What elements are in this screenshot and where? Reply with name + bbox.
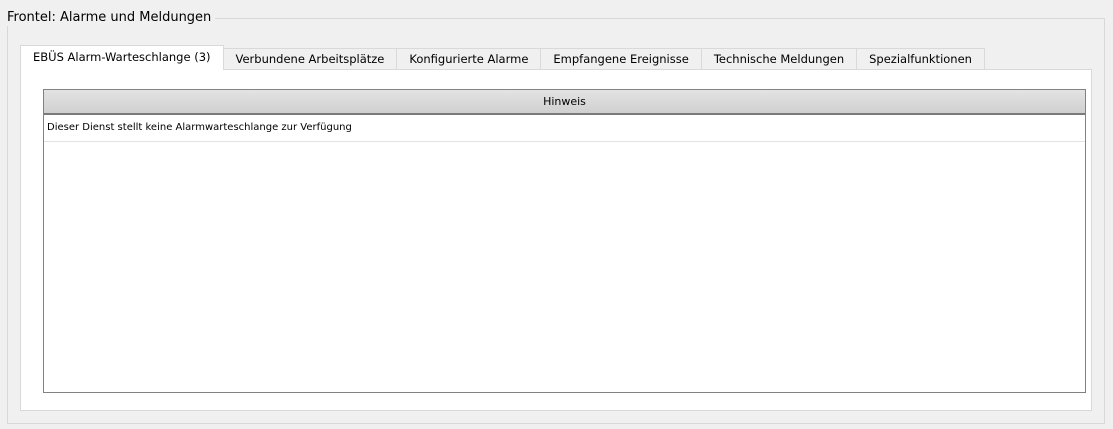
tab-bar: EBÜS Alarm-Warteschlange (3) Verbundene …	[20, 45, 985, 70]
table-row[interactable]: Dieser Dienst stellt keine Alarmwartesch…	[44, 115, 1085, 142]
tab-panel-alarm-queue: Hinweis Dieser Dienst stellt keine Alarm…	[20, 69, 1092, 411]
tab-configured-alarms[interactable]: Konfigurierte Alarme	[396, 48, 542, 70]
group-title: Frontel: Alarme und Meldungen	[7, 9, 216, 26]
tab-special-functions[interactable]: Spezialfunktionen	[856, 48, 985, 70]
alarm-queue-table[interactable]: Hinweis Dieser Dienst stellt keine Alarm…	[43, 89, 1086, 393]
table-cell-hinweis: Dieser Dienst stellt keine Alarmwartesch…	[47, 122, 352, 133]
tab-received-events[interactable]: Empfangene Ereignisse	[540, 48, 702, 70]
column-header-hinweis[interactable]: Hinweis	[44, 90, 1085, 115]
tab-alarm-queue[interactable]: EBÜS Alarm-Warteschlange (3)	[20, 45, 224, 70]
tab-technical-messages[interactable]: Technische Meldungen	[700, 48, 858, 70]
tab-connected-workstations[interactable]: Verbundene Arbeitsplätze	[222, 48, 398, 70]
